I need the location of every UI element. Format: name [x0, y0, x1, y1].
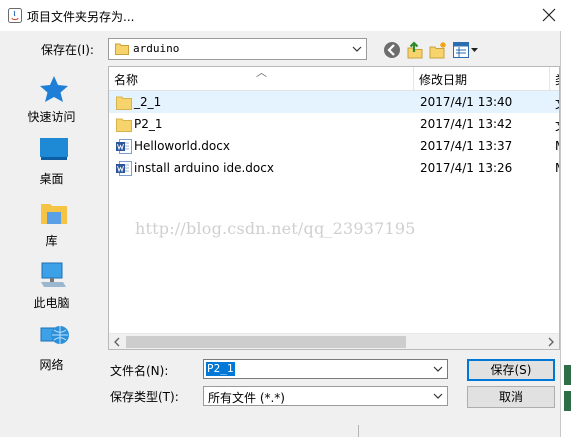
background-strip	[564, 365, 571, 385]
column-divider[interactable]	[413, 67, 414, 90]
background-strip	[564, 391, 571, 411]
word-doc-icon	[116, 161, 132, 176]
filetype-value: 所有文件 (*.*)	[208, 391, 285, 405]
chevron-down-icon[interactable]	[431, 362, 445, 376]
scroll-left-icon[interactable]	[109, 334, 125, 350]
close-icon	[542, 8, 556, 22]
filename-value: P2_1	[206, 362, 235, 376]
file-name: _2_1	[134, 95, 162, 109]
back-icon[interactable]	[382, 40, 402, 60]
save-in-dropdown[interactable]: arduino	[108, 38, 367, 60]
filename-input[interactable]: P2_1	[203, 359, 448, 379]
save-button[interactable]: 保存(S)	[467, 359, 555, 381]
file-date: 2017/4/1 13:42	[420, 117, 513, 131]
column-header-date[interactable]: 修改日期	[419, 71, 467, 88]
watermark: http://blog.csdn.net/qq_23937195	[135, 219, 416, 238]
place-label: 桌面	[39, 172, 64, 186]
place-label: 网络	[39, 358, 64, 372]
column-header-name[interactable]: 名称	[114, 71, 138, 88]
file-date: 2017/4/1 13:40	[420, 95, 513, 109]
file-name: Helloworld.docx	[134, 139, 230, 153]
save-in-label: 保存在(I):	[41, 43, 94, 57]
place-label: 此电脑	[33, 296, 70, 310]
filetype-dropdown[interactable]: 所有文件 (*.*)	[203, 386, 448, 406]
cancel-button[interactable]: 取消	[467, 386, 555, 408]
scroll-right-icon[interactable]	[543, 334, 559, 350]
file-row[interactable]: P2_1 2017/4/1 13:42 文	[109, 113, 559, 135]
up-folder-icon[interactable]	[405, 40, 425, 60]
file-row[interactable]: Helloworld.docx 2017/4/1 13:37 M	[109, 135, 559, 157]
file-name: install arduino ide.docx	[134, 161, 274, 175]
save-in-value: arduino	[133, 42, 180, 55]
desktop-icon	[40, 138, 68, 160]
star-icon	[40, 76, 68, 102]
filetype-label: 保存类型(T):	[110, 390, 179, 404]
background-window-edge	[0, 425, 560, 437]
column-divider[interactable]	[549, 67, 550, 90]
divider	[358, 425, 359, 437]
background-window-edge	[560, 31, 571, 437]
place-this-pc[interactable]: 此电脑	[0, 260, 103, 322]
file-list[interactable]: 名称 ︿ 修改日期 类 _2_1 2017/4/1 13:40 文 P2_1 2…	[108, 66, 560, 350]
view-menu-icon[interactable]	[452, 41, 480, 59]
file-date: 2017/4/1 13:37	[420, 139, 513, 153]
file-row[interactable]: _2_1 2017/4/1 13:40 文	[109, 91, 559, 113]
filename-label: 文件名(N):	[110, 364, 169, 378]
places-bar: 快速访问 桌面 库 此电脑 网络	[0, 66, 103, 426]
java-app-icon	[8, 8, 22, 23]
title-bar: 项目文件夹另存为...	[0, 0, 571, 31]
place-quick-access[interactable]: 快速访问	[0, 74, 103, 136]
list-header: 名称 ︿ 修改日期 类	[109, 66, 559, 91]
place-library[interactable]: 库	[0, 198, 103, 260]
window-title: 项目文件夹另存为...	[27, 10, 135, 24]
word-doc-icon	[116, 139, 132, 154]
chevron-down-icon[interactable]	[431, 389, 445, 403]
folder-icon	[116, 96, 132, 110]
folder-icon	[116, 118, 132, 132]
place-label: 库	[45, 234, 58, 248]
chevron-down-icon[interactable]	[350, 41, 364, 57]
place-desktop[interactable]: 桌面	[0, 136, 103, 198]
library-icon	[41, 204, 67, 224]
file-row[interactable]: install arduino ide.docx 2017/4/1 13:26 …	[109, 157, 559, 179]
horizontal-scrollbar[interactable]	[109, 333, 559, 350]
computer-icon	[41, 262, 66, 287]
file-date: 2017/4/1 13:26	[420, 161, 513, 175]
folder-icon	[115, 43, 129, 55]
place-network[interactable]: 网络	[0, 322, 103, 384]
place-label: 快速访问	[27, 110, 76, 124]
file-name: P2_1	[134, 117, 163, 131]
scrollbar-thumb[interactable]	[126, 336, 406, 348]
new-folder-icon[interactable]	[428, 40, 448, 60]
network-icon	[40, 326, 69, 344]
sort-ascending-icon: ︿	[256, 66, 267, 79]
close-button[interactable]	[539, 4, 559, 26]
